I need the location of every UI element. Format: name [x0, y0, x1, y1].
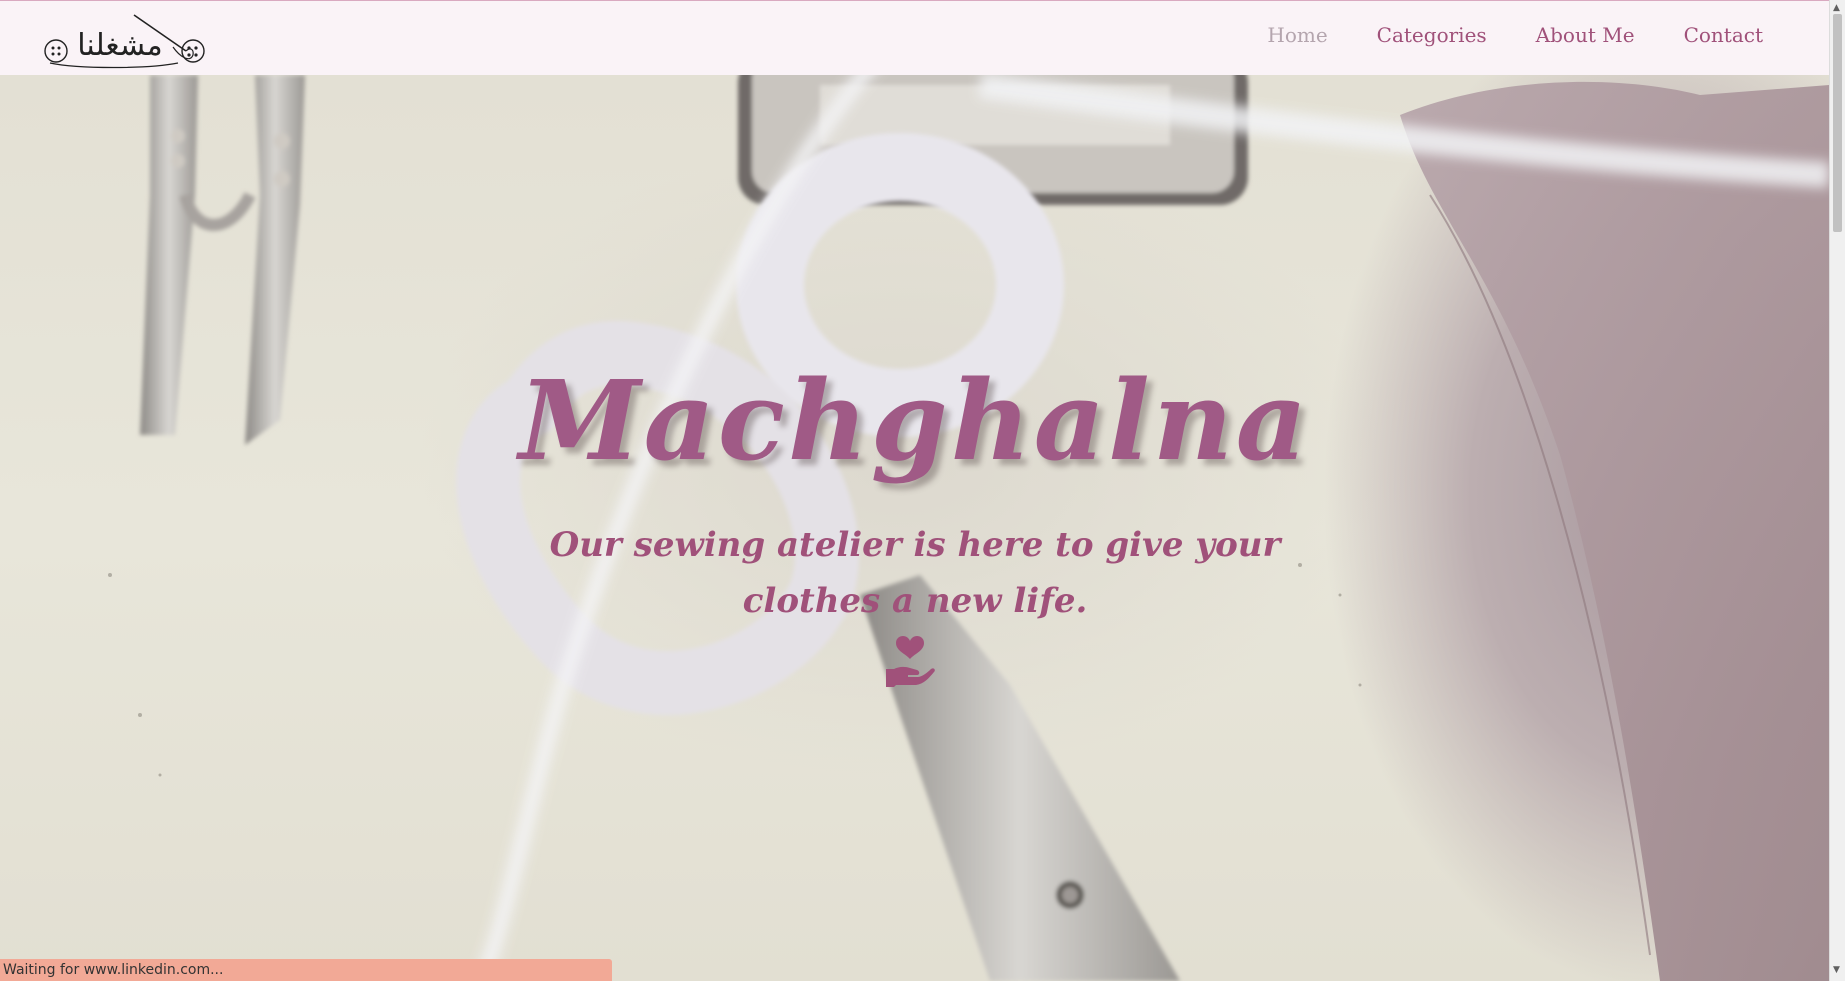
browser-status-bar: Waiting for www.linkedin.com... — [0, 959, 612, 981]
scrollbar-thumb[interactable] — [1833, 14, 1842, 232]
scroll-down-arrow-icon[interactable]: ▼ — [1833, 965, 1840, 975]
nav-contact-link[interactable]: Contact — [1684, 23, 1763, 47]
hero-section: Machghalna Our sewing atelier is here to… — [0, 75, 1829, 981]
nav-home-link[interactable]: Home — [1267, 23, 1327, 47]
brand-logo[interactable]: مشغلنا — [38, 7, 210, 73]
svg-text:مشغلنا: مشغلنا — [77, 28, 162, 63]
page-scrollbar[interactable]: ▲ ▼ — [1829, 0, 1845, 981]
hand-holding-heart-icon — [886, 636, 935, 687]
hero-title: Machghalna — [518, 356, 1311, 485]
scroll-up-arrow-icon[interactable]: ▲ — [1833, 3, 1840, 13]
nav-about-link[interactable]: About Me — [1536, 23, 1635, 47]
top-navbar: مشغلنا Home Categories About Me Contact — [0, 0, 1829, 75]
hero-subtitle: Our sewing atelier is here to give your … — [549, 525, 1281, 621]
main-nav: Home Categories About Me Contact — [1218, 23, 1763, 47]
nav-categories-link[interactable]: Categories — [1377, 23, 1487, 47]
